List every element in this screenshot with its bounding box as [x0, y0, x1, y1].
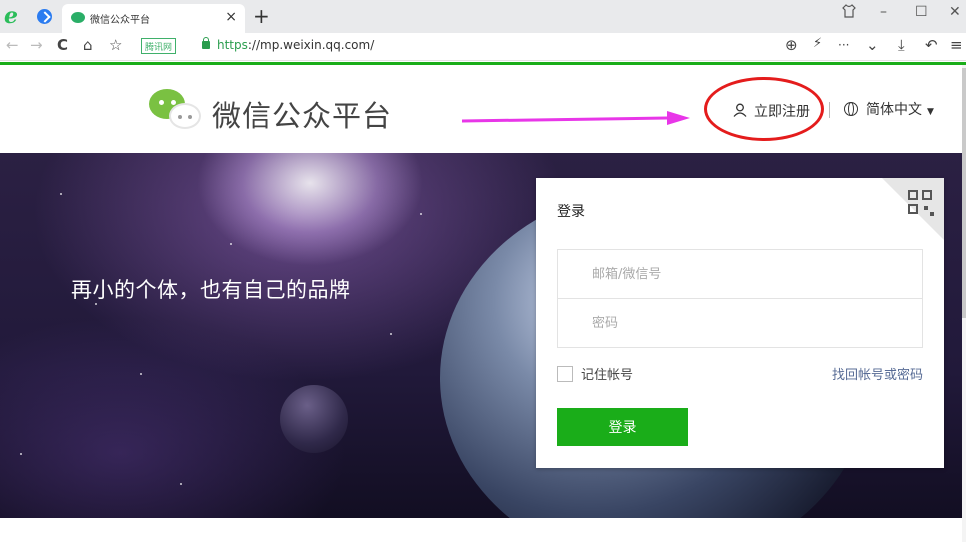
- browser-logo-icon[interactable]: e: [4, 5, 26, 27]
- forward-button[interactable]: →: [30, 36, 43, 54]
- qr-code-icon[interactable]: [908, 190, 934, 216]
- annotation-arrow: [462, 111, 690, 125]
- dropdown-button[interactable]: ⌄: [866, 36, 879, 54]
- lock-icon: [202, 37, 210, 49]
- remember-checkbox[interactable]: [557, 366, 573, 382]
- moon-image: [280, 385, 348, 453]
- language-selector[interactable]: 简体中文 ▼: [844, 99, 934, 119]
- scrollbar[interactable]: [962, 65, 966, 542]
- shirt-skin-icon[interactable]: [842, 4, 856, 22]
- account-input[interactable]: [558, 250, 922, 298]
- user-icon: [733, 103, 747, 117]
- new-tab-button[interactable]: +: [253, 4, 270, 28]
- home-button[interactable]: ⌂: [83, 36, 93, 54]
- login-button[interactable]: 登录: [557, 408, 688, 446]
- scrollbar-thumb[interactable]: [962, 68, 966, 318]
- address-bar[interactable]: 腾讯网 https://mp.weixin.qq.com/: [135, 36, 895, 57]
- wechat-logo-icon[interactable]: [147, 87, 203, 131]
- site-badge: 腾讯网: [141, 38, 177, 54]
- brand-title[interactable]: 微信公众平台: [212, 93, 392, 135]
- language-label: 简体中文: [866, 102, 922, 118]
- more-button[interactable]: ···: [838, 38, 849, 52]
- reload-button[interactable]: C: [57, 36, 68, 54]
- banner-slogan: 再小的个体，也有自己的品牌: [71, 278, 351, 302]
- forgot-password-link[interactable]: 找回帐号或密码: [832, 364, 923, 383]
- login-panel: 登录 记住帐号 找回帐号或密码 登录: [536, 178, 944, 468]
- login-heading: 登录: [557, 204, 585, 220]
- register-link[interactable]: 立即注册: [704, 77, 824, 141]
- wechat-favicon-icon: [71, 12, 85, 23]
- browser-tab[interactable]: 微信公众平台 ×: [62, 4, 245, 33]
- minimize-button[interactable]: –: [880, 4, 887, 20]
- account-field: [557, 249, 923, 299]
- globe-icon: [844, 102, 858, 116]
- browser-tab-bar: e 微信公众平台 × + – ☐ ✕: [0, 0, 966, 33]
- register-label[interactable]: 立即注册: [754, 101, 810, 121]
- page-header: 微信公众平台 立即注册 简体中文 ▼: [0, 65, 966, 153]
- favorite-button[interactable]: ☆: [109, 36, 122, 54]
- extension-icon[interactable]: [37, 9, 52, 24]
- flash-icon[interactable]: ⚡: [813, 36, 822, 51]
- browser-nav-bar: ← → C ⌂ ☆ 腾讯网 https://mp.weixin.qq.com/ …: [0, 33, 966, 61]
- password-field: [557, 298, 923, 348]
- close-window-button[interactable]: ✕: [949, 4, 961, 20]
- remember-label: 记住帐号: [581, 368, 634, 383]
- back-button[interactable]: ←: [6, 36, 19, 54]
- menu-button[interactable]: ≡: [950, 36, 963, 54]
- download-button[interactable]: ⤓: [898, 36, 905, 54]
- maximize-button[interactable]: ☐: [915, 4, 928, 20]
- header-divider: [829, 102, 830, 118]
- url-text[interactable]: https://mp.weixin.qq.com/: [217, 38, 374, 52]
- zoom-button[interactable]: ⊕: [785, 36, 798, 54]
- tab-close-button[interactable]: ×: [225, 9, 237, 25]
- caret-down-icon: ▼: [927, 107, 934, 117]
- remember-account[interactable]: 记住帐号: [557, 364, 633, 383]
- undo-button[interactable]: ↶: [925, 36, 938, 54]
- password-input[interactable]: [558, 299, 922, 347]
- tab-title: 微信公众平台: [90, 15, 150, 26]
